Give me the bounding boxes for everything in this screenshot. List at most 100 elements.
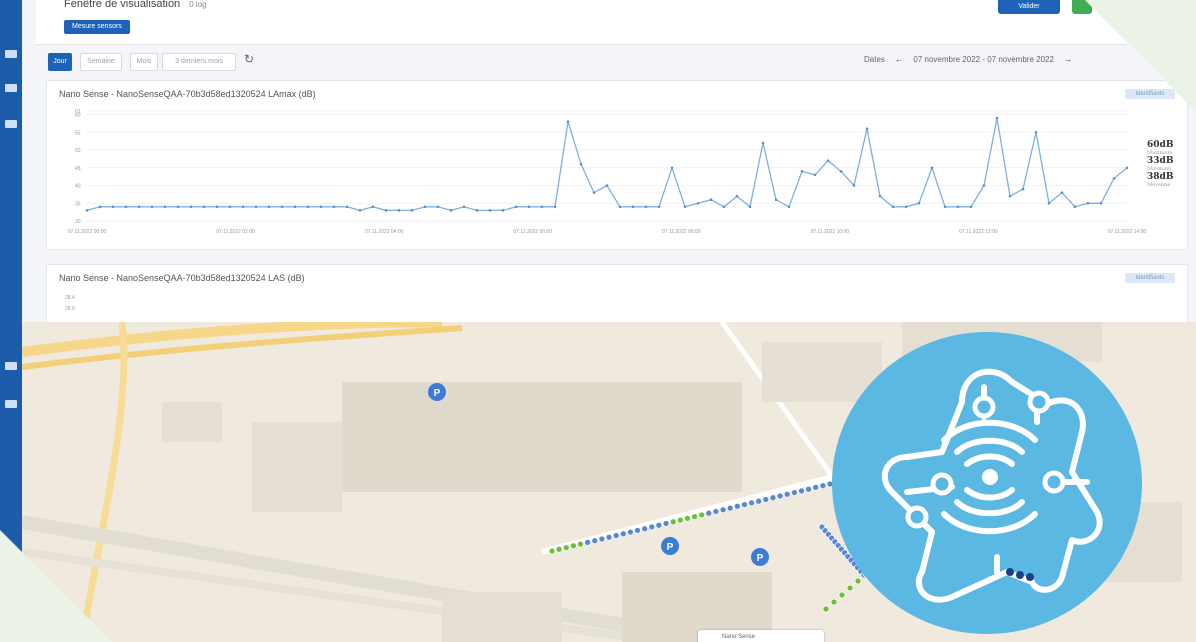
data-point <box>748 205 752 209</box>
track-point <box>662 520 670 527</box>
building <box>342 382 742 492</box>
data-point <box>670 166 674 170</box>
data-point <box>579 162 583 166</box>
visualization-header: Fenêtre de visualisation 0 log Mesure se… <box>36 0 1186 45</box>
data-point <box>943 205 947 209</box>
track-point <box>612 532 620 539</box>
data-point <box>826 159 830 162</box>
data-point <box>527 205 531 209</box>
parking-icon[interactable]: P <box>661 537 679 555</box>
data-point <box>1086 201 1090 205</box>
track-point <box>762 496 770 503</box>
svg-text:P: P <box>434 388 441 399</box>
track-point <box>698 511 706 519</box>
settings-icon[interactable] <box>5 400 17 408</box>
sensor-icon[interactable] <box>5 120 17 128</box>
data-point <box>293 205 297 209</box>
data-point <box>995 116 999 120</box>
data-point <box>501 209 505 212</box>
track-point <box>805 485 812 493</box>
data-point <box>657 205 661 209</box>
validate-button[interactable]: Valider <box>998 0 1060 14</box>
page-title: Fenêtre de visualisation 0 log <box>64 0 207 10</box>
data-point <box>696 201 700 205</box>
data-point <box>813 173 817 177</box>
data-point <box>137 205 141 209</box>
legend-max-value: 60dB <box>1147 140 1174 150</box>
sensor-button[interactable]: Mesure sensors <box>64 20 130 34</box>
data-point <box>124 205 128 209</box>
x-tick-label: 07.11.2022 06:00 <box>513 229 552 235</box>
track-point <box>627 528 634 536</box>
data-point <box>98 205 102 209</box>
data-point <box>241 205 245 209</box>
dashboard-icon[interactable] <box>5 84 17 92</box>
data-point <box>462 205 466 209</box>
y-tick-label: 40 <box>75 184 81 190</box>
data-point <box>306 205 310 209</box>
data-point <box>436 205 440 209</box>
menu-icon[interactable] <box>5 50 17 58</box>
track-point <box>741 501 748 508</box>
data-point <box>1125 166 1129 170</box>
x-tick-label: 07.11.2022 14:00 <box>1108 229 1147 235</box>
track-point <box>726 504 734 512</box>
data-point <box>358 209 362 212</box>
data-point <box>1047 201 1051 205</box>
map-popup[interactable]: Nano Sense <box>698 630 824 642</box>
date-range-picker[interactable]: Dates ← 07 novembre 2022 - 07 novembre 2… <box>864 55 1072 64</box>
chart-title-2: Nano Sense - NanoSenseQAA-70b3d58ed13205… <box>59 273 305 283</box>
next-date-icon[interactable]: → <box>1064 55 1072 64</box>
data-point <box>267 205 271 209</box>
data-point <box>1034 130 1038 134</box>
chart-badge-2[interactable]: Identifiants <box>1125 273 1175 283</box>
track-point <box>776 492 784 500</box>
data-point <box>254 205 258 209</box>
map-icon[interactable] <box>5 362 17 370</box>
data-point <box>1021 187 1025 191</box>
building <box>162 402 222 442</box>
data-point <box>163 205 167 209</box>
track-point <box>684 515 691 522</box>
refresh-icon[interactable]: ↻ <box>244 52 254 66</box>
y-tick-label: 61 <box>75 109 81 115</box>
parking-icon[interactable]: P <box>428 383 446 401</box>
track-point <box>691 513 698 520</box>
track-point <box>822 605 830 613</box>
segment-day[interactable]: Jour <box>48 53 72 71</box>
chart-legend: 60dB Maximum 33dB Minimum 38dB Moyenne <box>1147 140 1173 188</box>
track-point <box>641 525 649 533</box>
data-point <box>553 205 557 209</box>
data-point <box>449 209 453 212</box>
data-point <box>904 205 908 209</box>
data-point <box>722 205 726 209</box>
segment-three-months[interactable]: 3 derniers mois <box>162 53 236 71</box>
parking-icon[interactable]: P <box>751 548 769 566</box>
x-tick-label: 07.11.2022 10:00 <box>811 229 850 235</box>
data-point <box>371 205 375 209</box>
track-point <box>733 502 741 510</box>
data-point <box>800 170 804 173</box>
chart-card-las: Nano Sense - NanoSenseQAA-70b3d58ed13205… <box>46 264 1188 324</box>
track-point <box>783 490 791 498</box>
segment-week[interactable]: Semaine <box>80 53 122 71</box>
date-range-value: 07 novembre 2022 - 07 novembre 2022 <box>913 55 1054 64</box>
segment-month[interactable]: Mois <box>130 53 158 71</box>
data-point <box>475 209 479 212</box>
data-point <box>761 141 765 145</box>
green-action-button[interactable] <box>1072 0 1092 14</box>
prev-date-icon[interactable]: ← <box>895 55 903 64</box>
building <box>252 422 342 512</box>
track-point <box>562 544 570 551</box>
track-point <box>769 494 777 502</box>
track-point <box>812 484 820 491</box>
data-point <box>384 209 388 212</box>
data-point <box>1008 194 1012 198</box>
data-point <box>1099 201 1103 205</box>
data-point <box>540 205 544 209</box>
track-point <box>570 542 577 550</box>
svg-text:P: P <box>757 553 764 564</box>
data-point <box>644 205 648 209</box>
building <box>442 592 562 642</box>
legend-min-value: 33dB <box>1147 156 1174 166</box>
